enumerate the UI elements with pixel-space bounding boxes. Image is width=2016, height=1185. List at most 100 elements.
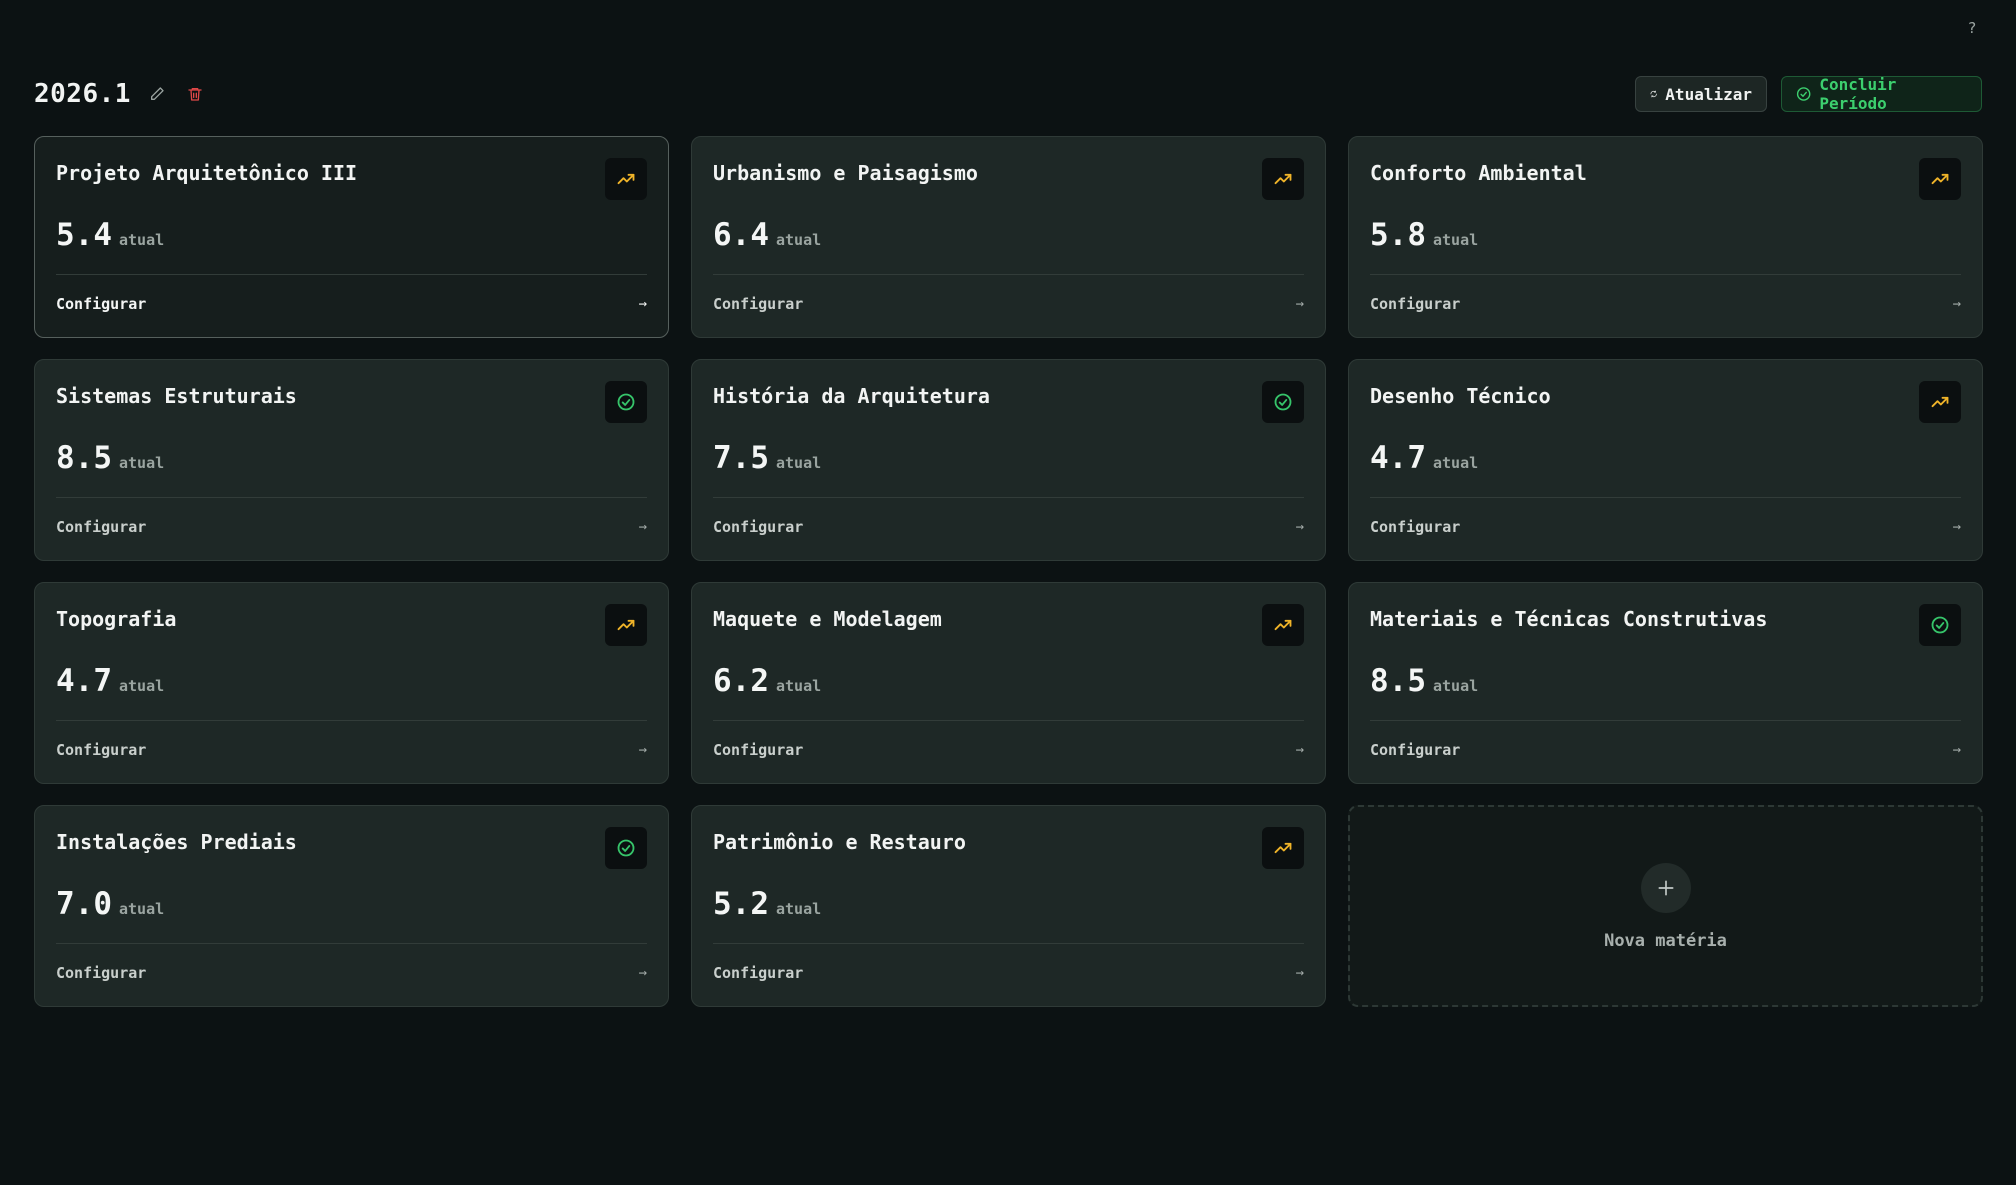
- grade-row: 4.7 atual: [1370, 440, 1478, 476]
- subject-title: Conforto Ambiental: [1370, 161, 1587, 185]
- subjects-grid: Projeto Arquitetônico III 5.4 atual Conf…: [34, 136, 1983, 1007]
- grade-value: 6.2: [713, 663, 769, 699]
- help-button[interactable]: ?: [1962, 18, 1982, 38]
- grade-value: 8.5: [1370, 663, 1426, 699]
- divider: [713, 943, 1304, 944]
- status-badge: [1262, 827, 1304, 869]
- grade-value: 4.7: [56, 663, 112, 699]
- divider: [56, 720, 647, 721]
- check-circle-icon: [1796, 87, 1811, 101]
- subject-card[interactable]: Sistemas Estruturais 8.5 atual Configura…: [34, 359, 669, 561]
- check-circle-icon: [617, 839, 635, 857]
- subject-card[interactable]: Conforto Ambiental 5.8 atual Configurar …: [1348, 136, 1983, 338]
- divider: [1370, 497, 1961, 498]
- plus-icon: [1658, 880, 1673, 896]
- grade-value: 6.4: [713, 217, 769, 253]
- subject-card[interactable]: Urbanismo e Paisagismo 6.4 atual Configu…: [691, 136, 1326, 338]
- grade-suffix: atual: [119, 900, 165, 918]
- arrow-right-icon: →: [638, 742, 647, 758]
- arrow-right-icon: →: [1295, 519, 1304, 535]
- subject-card[interactable]: História da Arquitetura 7.5 atual Config…: [691, 359, 1326, 561]
- configure-link[interactable]: Configurar →: [56, 961, 647, 985]
- arrow-right-icon: →: [1295, 965, 1304, 981]
- trending-up-icon: [1274, 842, 1292, 854]
- grade-row: 5.2 atual: [713, 886, 821, 922]
- status-badge: [1919, 381, 1961, 423]
- refresh-button-label: Atualizar: [1665, 84, 1752, 104]
- configure-link[interactable]: Configurar →: [713, 515, 1304, 539]
- status-badge: [605, 827, 647, 869]
- subject-title: Maquete e Modelagem: [713, 607, 942, 631]
- divider: [56, 943, 647, 944]
- subject-title: Instalações Prediais: [56, 830, 297, 854]
- grade-row: 6.4 atual: [713, 217, 821, 253]
- header-actions: Atualizar Concluir Período: [1635, 75, 1982, 113]
- divider: [713, 497, 1304, 498]
- grade-value: 5.4: [56, 217, 112, 253]
- subject-title: Projeto Arquitetônico III: [56, 161, 358, 185]
- trending-up-icon: [1274, 619, 1292, 631]
- check-circle-icon: [1274, 393, 1292, 411]
- arrow-right-icon: →: [638, 519, 647, 535]
- edit-period-button[interactable]: [146, 83, 168, 105]
- subject-card[interactable]: Materiais e Técnicas Construtivas 8.5 at…: [1348, 582, 1983, 784]
- configure-link[interactable]: Configurar →: [1370, 738, 1961, 762]
- status-badge: [1262, 604, 1304, 646]
- configure-link[interactable]: Configurar →: [713, 292, 1304, 316]
- grade-value: 7.0: [56, 886, 112, 922]
- configure-label: Configurar: [56, 741, 147, 759]
- grade-row: 8.5 atual: [1370, 663, 1478, 699]
- subject-card[interactable]: Projeto Arquitetônico III 5.4 atual Conf…: [34, 136, 669, 338]
- subject-card[interactable]: Patrimônio e Restauro 5.2 atual Configur…: [691, 805, 1326, 1007]
- subject-title: Materiais e Técnicas Construtivas: [1370, 607, 1768, 631]
- grade-suffix: atual: [1433, 677, 1479, 695]
- grade-value: 5.8: [1370, 217, 1426, 253]
- divider: [1370, 720, 1961, 721]
- add-subject-card[interactable]: Nova matéria: [1348, 805, 1983, 1007]
- grade-suffix: atual: [776, 454, 822, 472]
- configure-label: Configurar: [56, 964, 147, 982]
- period-header: 2026.1 Atualizar Concluir Período: [34, 74, 1982, 114]
- subject-card[interactable]: Instalações Prediais 7.0 atual Configura…: [34, 805, 669, 1007]
- grade-row: 7.5 atual: [713, 440, 821, 476]
- arrow-right-icon: →: [1952, 742, 1961, 758]
- grade-row: 7.0 atual: [56, 886, 164, 922]
- subject-card[interactable]: Topografia 4.7 atual Configurar →: [34, 582, 669, 784]
- configure-label: Configurar: [1370, 518, 1461, 536]
- configure-link[interactable]: Configurar →: [56, 738, 647, 762]
- refresh-icon: [1650, 90, 1657, 98]
- configure-link[interactable]: Configurar →: [1370, 515, 1961, 539]
- status-badge: [1262, 381, 1304, 423]
- status-badge: [605, 158, 647, 200]
- check-circle-icon: [1931, 616, 1949, 634]
- subject-card[interactable]: Desenho Técnico 4.7 atual Configurar →: [1348, 359, 1983, 561]
- configure-link[interactable]: Configurar →: [56, 515, 647, 539]
- configure-link[interactable]: Configurar →: [713, 738, 1304, 762]
- configure-link[interactable]: Configurar →: [713, 961, 1304, 985]
- configure-label: Configurar: [1370, 741, 1461, 759]
- status-badge: [605, 381, 647, 423]
- grade-suffix: atual: [1433, 231, 1479, 249]
- finish-period-button[interactable]: Concluir Período: [1781, 75, 1982, 113]
- grade-suffix: atual: [776, 231, 822, 249]
- status-badge: [1919, 158, 1961, 200]
- grade-suffix: atual: [776, 900, 822, 918]
- configure-label: Configurar: [713, 741, 804, 759]
- configure-label: Configurar: [713, 295, 804, 313]
- grade-value: 8.5: [56, 440, 112, 476]
- configure-label: Configurar: [1370, 295, 1461, 313]
- delete-period-button[interactable]: [184, 83, 206, 105]
- subject-card[interactable]: Maquete e Modelagem 6.2 atual Configurar…: [691, 582, 1326, 784]
- grade-value: 7.5: [713, 440, 769, 476]
- configure-link[interactable]: Configurar →: [1370, 292, 1961, 316]
- refresh-button[interactable]: Atualizar: [1635, 76, 1767, 112]
- pencil-icon: [150, 87, 164, 100]
- arrow-right-icon: →: [1952, 519, 1961, 535]
- status-badge: [1262, 158, 1304, 200]
- configure-link[interactable]: Configurar →: [56, 292, 647, 316]
- finish-period-label: Concluir Período: [1819, 75, 1897, 113]
- subject-title: Patrimônio e Restauro: [713, 830, 966, 854]
- add-subject-label: Nova matéria: [1604, 931, 1727, 951]
- add-subject-button[interactable]: [1640, 863, 1691, 913]
- grade-value: 5.2: [713, 886, 769, 922]
